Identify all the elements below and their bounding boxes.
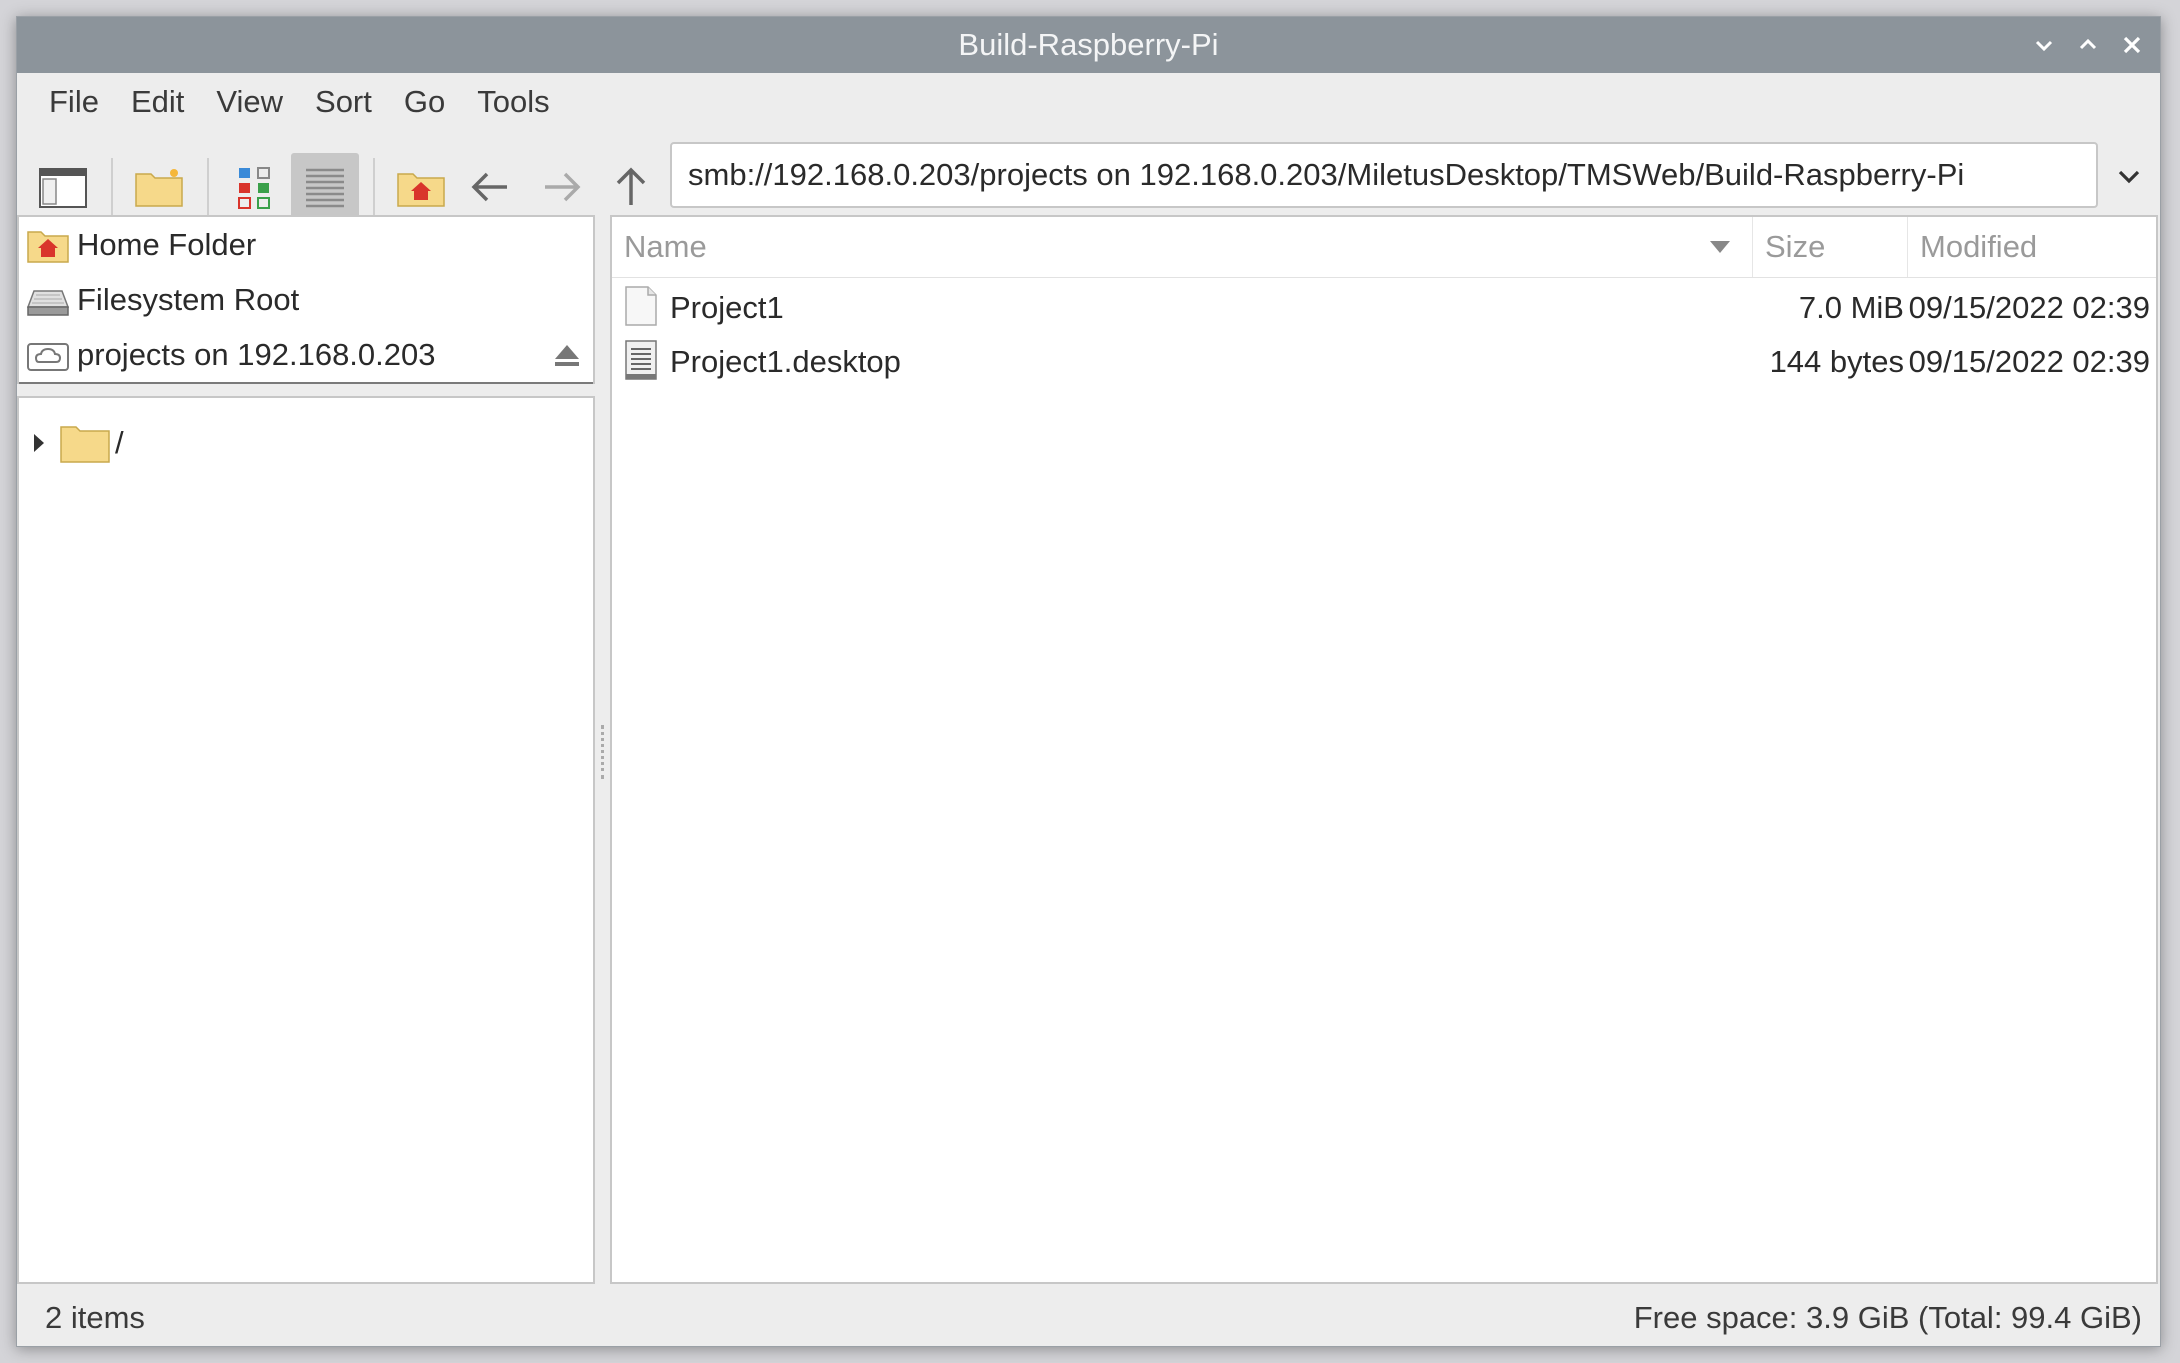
place-label: Filesystem Root — [77, 281, 300, 317]
path-text: smb://192.168.0.203/projects on 192.168.… — [688, 157, 1965, 192]
column-header: Name Size Modified — [612, 217, 2156, 278]
arrow-left-icon — [471, 172, 507, 202]
file-modified: 09/15/2022 02:39 — [1908, 344, 2150, 379]
window-title: Build-Raspberry-Pi — [958, 27, 1219, 62]
tree-item-root[interactable]: / — [29, 422, 124, 464]
column-label: Modified — [1920, 229, 2038, 264]
menu-bar: File Edit View Sort Go Tools — [17, 73, 2160, 131]
home-button[interactable] — [387, 153, 455, 221]
file-manager-window: Build-Raspberry-Pi File Edit View Sort G… — [16, 16, 2161, 1347]
file-modified: 09/15/2022 02:39 — [1908, 290, 2150, 325]
place-home-folder[interactable]: Home Folder — [19, 217, 593, 272]
file-icon — [625, 286, 657, 326]
expander-arrow-icon[interactable] — [29, 431, 49, 455]
up-button[interactable] — [597, 153, 665, 221]
pane-splitter[interactable] — [596, 215, 610, 1285]
arrow-right-icon — [545, 172, 581, 202]
window-controls — [2026, 17, 2150, 73]
status-free-space: Free space: 3.9 GiB (Total: 99.4 GiB) — [1633, 1300, 2142, 1335]
arrow-up-icon — [616, 167, 646, 205]
new-folder-button[interactable] — [125, 153, 193, 221]
close-icon — [2123, 36, 2141, 54]
column-label: Size — [1765, 229, 1826, 264]
icon-view-icon — [238, 167, 270, 209]
new-window-button[interactable] — [29, 153, 97, 221]
menu-tools[interactable]: Tools — [461, 84, 565, 120]
forward-button[interactable] — [527, 153, 595, 221]
tree-item-label: / — [115, 425, 124, 460]
menu-edit[interactable]: Edit — [115, 84, 200, 120]
file-size: 7.0 MiB — [1798, 290, 1904, 325]
column-label: Name — [624, 229, 707, 264]
home-folder-icon — [397, 173, 445, 207]
icon-view-button[interactable] — [221, 153, 289, 221]
path-history-dropdown[interactable] — [2107, 157, 2151, 197]
toolbar-separator — [111, 158, 113, 216]
drive-icon — [25, 280, 71, 320]
column-modified[interactable]: Modified — [1908, 217, 2158, 277]
file-row[interactable]: Project1.desktop 144 bytes 09/15/2022 02… — [612, 333, 2156, 387]
status-item-count: 2 items — [45, 1300, 145, 1335]
eject-icon[interactable] — [551, 339, 583, 371]
menu-sort[interactable]: Sort — [299, 84, 388, 120]
file-row[interactable]: Project1 7.0 MiB 09/15/2022 02:39 — [612, 279, 2156, 333]
home-folder-icon — [25, 225, 71, 265]
column-size[interactable]: Size — [1753, 217, 1908, 277]
place-filesystem-root[interactable]: Filesystem Root — [19, 272, 593, 327]
maximize-button[interactable] — [2070, 27, 2106, 63]
place-network-share[interactable]: projects on 192.168.0.203 — [19, 327, 593, 384]
file-name: Project1 — [670, 290, 784, 325]
places-pane: Home Folder Filesystem Root projects on … — [17, 215, 595, 384]
list-view-button[interactable] — [291, 153, 359, 221]
status-bar: 2 items Free space: 3.9 GiB (Total: 99.4… — [17, 1284, 2160, 1348]
network-share-icon — [25, 335, 71, 375]
back-button[interactable] — [457, 153, 525, 221]
folder-icon — [60, 426, 110, 463]
title-bar[interactable]: Build-Raspberry-Pi — [17, 17, 2160, 73]
path-input[interactable]: smb://192.168.0.203/projects on 192.168.… — [670, 142, 2098, 208]
file-name: Project1.desktop — [670, 344, 901, 379]
chevron-up-icon — [2079, 38, 2097, 50]
directory-tree: / — [17, 396, 595, 1284]
place-label: Home Folder — [77, 226, 257, 262]
menu-go[interactable]: Go — [388, 84, 461, 120]
column-name[interactable]: Name — [612, 217, 1753, 277]
toolbar-separator — [207, 158, 209, 216]
minimize-button[interactable] — [2026, 27, 2062, 63]
toolbar-separator — [373, 158, 375, 216]
file-size: 144 bytes — [1769, 344, 1904, 379]
new-folder-icon — [135, 169, 183, 207]
new-window-icon — [39, 168, 87, 208]
menu-view[interactable]: View — [200, 84, 299, 120]
close-button[interactable] — [2114, 27, 2150, 63]
sort-descending-icon — [1710, 241, 1730, 253]
chevron-down-icon — [2035, 40, 2053, 52]
file-list: Name Size Modified Project1 7.0 MiB 09/1… — [610, 215, 2158, 1284]
chevron-down-icon — [2118, 170, 2140, 184]
list-view-icon — [306, 168, 344, 208]
menu-file[interactable]: File — [33, 84, 115, 120]
text-file-icon — [625, 340, 657, 380]
place-label: projects on 192.168.0.203 — [77, 336, 436, 372]
splitter-grip — [601, 725, 607, 779]
